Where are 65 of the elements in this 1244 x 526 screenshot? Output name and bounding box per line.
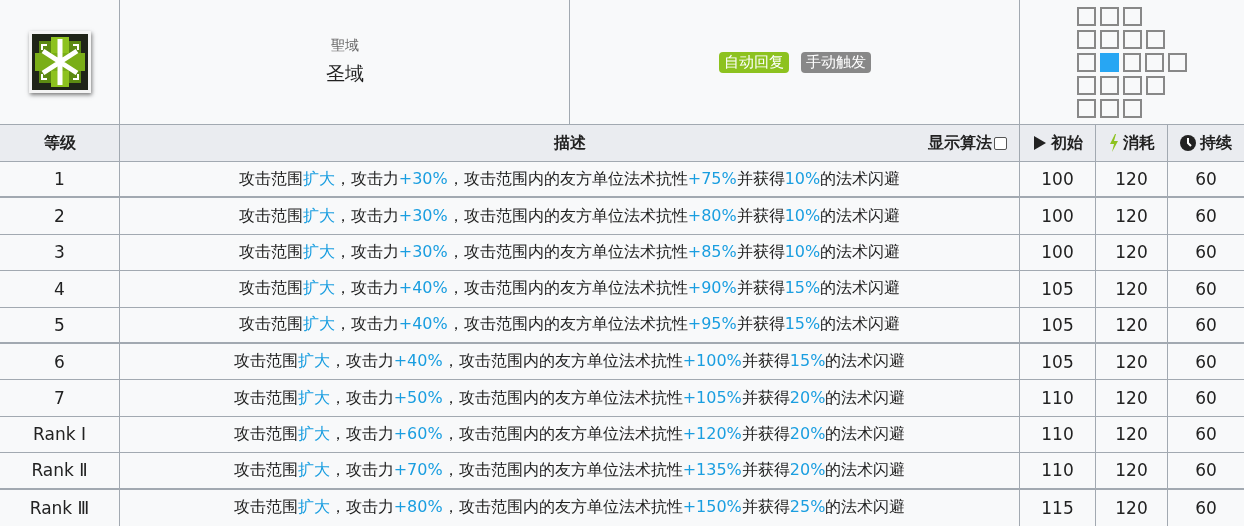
level-cell: Rank Ⅱ <box>31 460 88 481</box>
level-cell: 2 <box>54 206 65 227</box>
column-header: 持续 <box>1200 132 1232 154</box>
tag: 自动回复 <box>718 51 789 73</box>
initial-sp-cell: 105 <box>1041 314 1074 335</box>
description-cell: 攻击范围扩大，攻击力+40%，攻击范围内的友方单位法术抗性+95%并获得15%的法术闪避 <box>238 314 901 336</box>
description-cell: 攻击范围扩大，攻击力+60%，攻击范围内的友方单位法术抗性+120%并获得20%的法术闪避 <box>233 423 906 445</box>
description-cell: 攻击范围扩大，攻击力+40%，攻击范围内的友方单位法术抗性+90%并获得15%的法术闪避 <box>238 278 901 300</box>
initial-sp-cell: 110 <box>1041 460 1074 481</box>
show-formula-toggle[interactable]: 显示算法 <box>928 125 1007 161</box>
tag: 手动触发 <box>800 51 871 73</box>
sp-cost-cell: 120 <box>1115 388 1148 409</box>
sp-cost-cell: 120 <box>1115 169 1148 190</box>
duration-cell: 60 <box>1195 206 1217 227</box>
sp-cost-cell: 120 <box>1115 206 1148 227</box>
skill-original-name: 聖域 <box>330 37 359 55</box>
initial-sp-cell: 105 <box>1041 278 1074 299</box>
level-cell: 1 <box>54 169 65 190</box>
description-cell: 攻击范围扩大，攻击力+50%，攻击范围内的友方单位法术抗性+105%并获得20%的法术闪避 <box>233 387 906 409</box>
description-cell: 攻击范围扩大，攻击力+70%，攻击范围内的友方单位法术抗性+135%并获得20%的法术闪避 <box>233 459 906 481</box>
skill-icon <box>28 31 91 93</box>
initial-sp-cell: 100 <box>1041 206 1074 227</box>
column-header: 描述 <box>553 132 586 154</box>
initial-sp-cell: 110 <box>1041 424 1074 445</box>
play-icon <box>1032 135 1047 151</box>
duration-cell: 60 <box>1195 314 1217 335</box>
sp-cost-cell: 120 <box>1115 424 1148 445</box>
initial-sp-cell: 115 <box>1041 497 1074 518</box>
duration-cell: 60 <box>1195 169 1217 190</box>
description-cell: 攻击范围扩大，攻击力+30%，攻击范围内的友方单位法术抗性+85%并获得10%的法术闪避 <box>238 241 901 263</box>
description-cell: 攻击范围扩大，攻击力+80%，攻击范围内的友方单位法术抗性+150%并获得25%的法术闪避 <box>233 497 906 519</box>
sp-cost-cell: 120 <box>1115 497 1148 518</box>
initial-sp-cell: 100 <box>1041 242 1074 263</box>
level-cell: Rank Ⅲ <box>29 497 90 518</box>
description-cell: 攻击范围扩大，攻击力+40%，攻击范围内的友方单位法术抗性+100%并获得15%的法术闪避 <box>233 351 906 373</box>
duration-cell: 60 <box>1195 460 1217 481</box>
skill-name: 圣域 <box>325 61 364 86</box>
checkbox[interactable] <box>994 136 1007 150</box>
level-cell: 5 <box>54 314 65 335</box>
description-cell: 攻击范围扩大，攻击力+30%，攻击范围内的友方单位法术抗性+80%并获得10%的法术闪避 <box>238 205 901 227</box>
sp-cost-cell: 120 <box>1115 351 1148 372</box>
sp-cost-cell: 120 <box>1115 314 1148 335</box>
description-cell: 攻击范围扩大，攻击力+30%，攻击范围内的友方单位法术抗性+75%并获得10%的法术闪避 <box>238 168 901 190</box>
level-cell: 6 <box>54 351 65 372</box>
initial-sp-cell: 105 <box>1041 351 1074 372</box>
sp-cost-cell: 120 <box>1115 460 1148 481</box>
duration-cell: 60 <box>1195 278 1217 299</box>
column-header: 等级 <box>43 132 76 154</box>
duration-cell: 60 <box>1195 424 1217 445</box>
level-cell: 7 <box>54 388 65 409</box>
level-cell: Rank Ⅰ <box>33 424 86 445</box>
lightning-icon <box>1108 134 1119 152</box>
sp-cost-cell: 120 <box>1115 278 1148 299</box>
column-header: 消耗 <box>1122 132 1155 154</box>
duration-cell: 60 <box>1195 242 1217 263</box>
initial-sp-cell: 110 <box>1041 388 1074 409</box>
clock-icon <box>1180 135 1196 151</box>
column-header: 初始 <box>1050 132 1083 154</box>
sp-cost-cell: 120 <box>1115 242 1148 263</box>
initial-sp-cell: 100 <box>1041 169 1074 190</box>
level-cell: 3 <box>54 242 65 263</box>
duration-cell: 60 <box>1195 388 1217 409</box>
duration-cell: 60 <box>1195 497 1217 518</box>
level-cell: 4 <box>54 278 65 299</box>
duration-cell: 60 <box>1195 351 1217 372</box>
